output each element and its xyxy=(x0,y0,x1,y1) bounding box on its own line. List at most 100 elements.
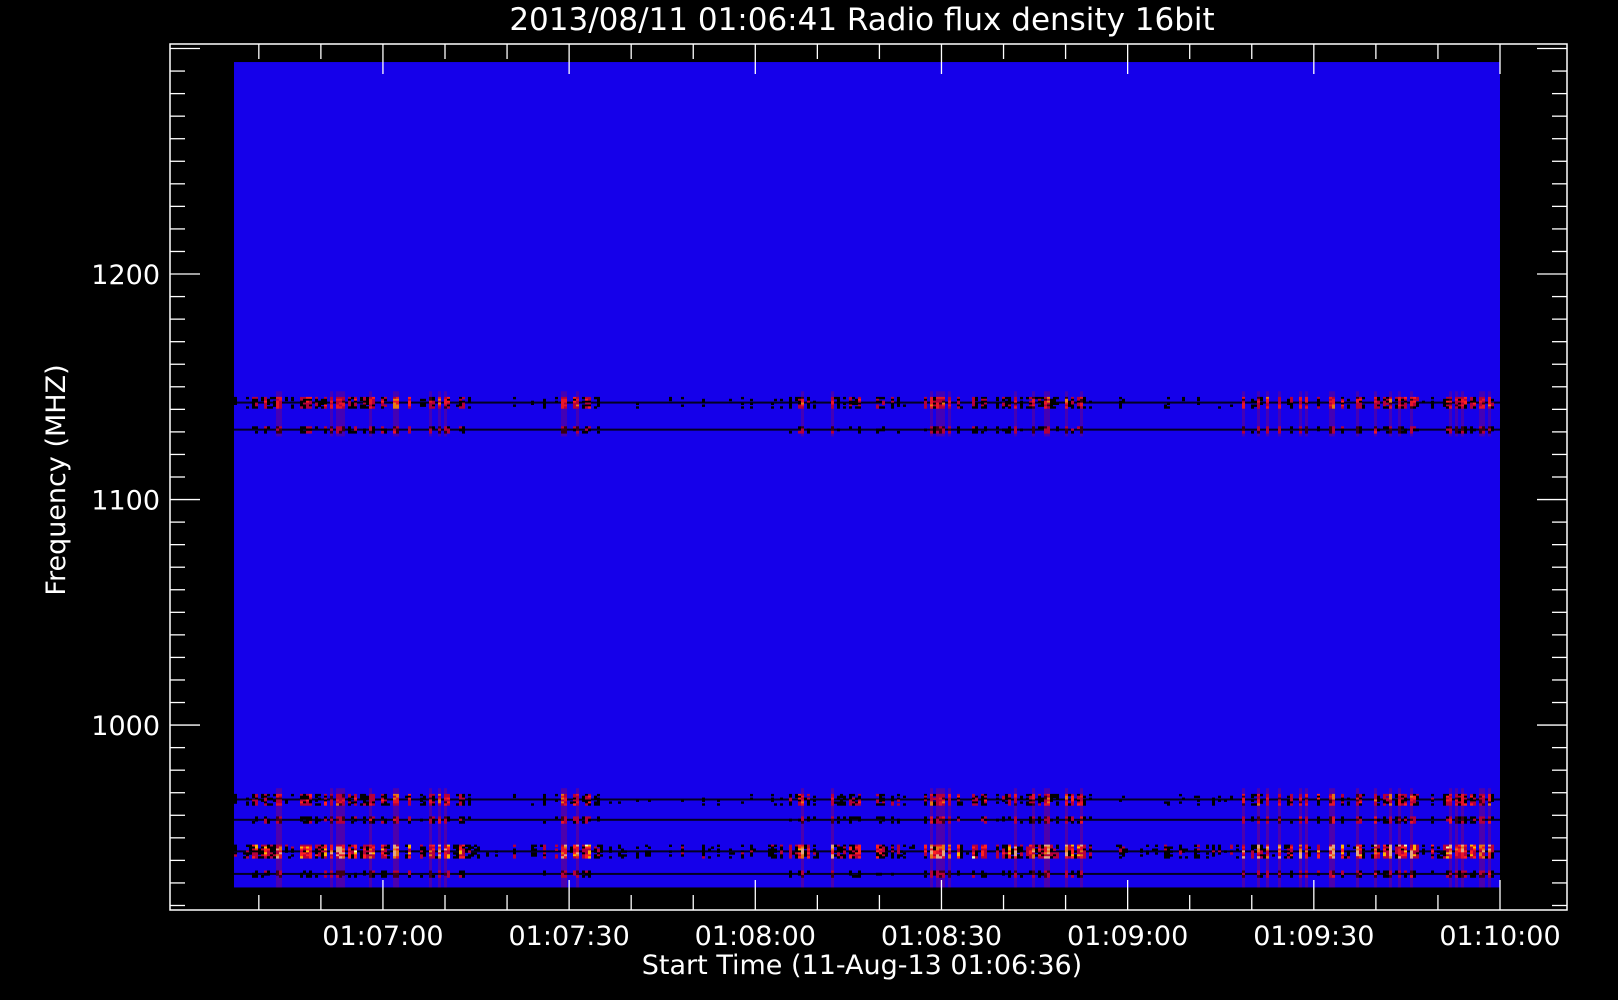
spectrogram-cell xyxy=(1383,406,1386,409)
spectrogram-cell xyxy=(285,398,288,402)
spectrogram-cell xyxy=(924,875,927,878)
spectrogram-cell xyxy=(588,875,591,878)
spectrogram-cell xyxy=(1287,803,1290,806)
spectrogram-cell xyxy=(885,854,888,857)
spectrogram-cell xyxy=(957,818,960,822)
spectrogram-cell xyxy=(1404,406,1407,409)
spectrogram-cell xyxy=(315,803,318,806)
spectrogram-cell xyxy=(318,803,321,806)
spectrogram-cell xyxy=(1266,788,1269,888)
spectrogram-cell xyxy=(456,404,459,407)
spectrogram-cell xyxy=(750,797,753,800)
spectrogram-cell xyxy=(432,803,435,806)
spectrogram-cell xyxy=(882,428,885,432)
spectrogram-cell xyxy=(453,846,456,849)
spectrogram-cell xyxy=(444,788,447,888)
spectrogram-cell xyxy=(1068,803,1071,806)
spectrogram-cell xyxy=(420,398,423,402)
spectrogram-cell xyxy=(315,799,318,802)
spectrogram-cell xyxy=(1404,430,1407,434)
spectrogram-cell xyxy=(1050,406,1053,409)
spectrogram-cell xyxy=(1257,788,1260,888)
spectrogram-cell xyxy=(843,856,846,859)
spectrogram-cell xyxy=(396,788,399,888)
spectrogram-cell xyxy=(1458,820,1461,824)
spectrogram-cell xyxy=(582,820,585,824)
spectrogram-cell xyxy=(957,872,960,876)
spectrogram-cell xyxy=(903,856,906,859)
spectrogram-cell xyxy=(459,406,462,409)
spectrogram-cell xyxy=(702,803,705,806)
spectrogram-cell xyxy=(1377,803,1380,806)
spectrogram-cell xyxy=(1449,788,1452,888)
spectrogram-cell xyxy=(534,848,537,851)
spectrogram-cell xyxy=(1362,396,1365,400)
spectrogram-cell xyxy=(384,856,387,859)
spectrogram-cell xyxy=(849,872,852,876)
spectrogram-cell xyxy=(1089,793,1092,797)
spectrogram-cell xyxy=(372,406,375,409)
spectrogram-cell xyxy=(903,844,906,847)
spectrogram-cell xyxy=(1359,856,1362,859)
spectrogram-cell xyxy=(1089,400,1092,404)
spectrogram-cell xyxy=(771,402,774,405)
spectrogram-cell xyxy=(255,818,258,822)
spectrogram-cell xyxy=(1032,391,1035,437)
spectrogram-cell xyxy=(1164,406,1167,409)
spectrogram-cell xyxy=(1461,788,1464,888)
spectrogram-cell xyxy=(1083,406,1086,409)
spectrogram-cell xyxy=(1455,788,1458,888)
spectrogram-cell xyxy=(1359,430,1362,434)
spectrogram-cell xyxy=(711,846,714,849)
spectrogram-cell xyxy=(753,848,756,851)
spectrogram-cell xyxy=(1377,406,1380,409)
spectrogram-cell xyxy=(252,820,255,824)
spectrogram-cell xyxy=(348,803,351,806)
spectrogram-cell xyxy=(996,426,999,430)
spectrogram-cell xyxy=(1395,856,1398,859)
spectrogram-cell xyxy=(1398,788,1401,888)
spectrogram-cell xyxy=(369,391,372,437)
spectrogram-cell xyxy=(933,406,936,409)
spectrogram-cell xyxy=(912,846,915,849)
spectrogram-cell xyxy=(798,426,801,430)
spectrogram-cell xyxy=(348,875,351,878)
spectrogram-cell xyxy=(1251,799,1254,802)
spectrogram-cell xyxy=(432,426,435,430)
spectrogram-cell xyxy=(1077,426,1080,430)
spectrogram-cell xyxy=(267,797,270,800)
spectrogram-cell xyxy=(741,801,744,804)
spectrogram-cell xyxy=(1119,396,1122,400)
x-tick-label: 01:09:30 xyxy=(1253,921,1374,952)
spectrogram-cell xyxy=(1491,870,1494,874)
spectrogram-cell xyxy=(1413,820,1416,824)
spectrogram-cell xyxy=(831,391,834,437)
spectrogram-cell xyxy=(405,856,408,859)
spectrogram-cell xyxy=(276,788,279,888)
spectrogram-cell xyxy=(813,406,816,409)
spectrogram-cell xyxy=(246,856,249,859)
spectrogram-cell xyxy=(597,404,600,407)
spectrogram-cell xyxy=(1197,795,1200,799)
spectrogram-cell xyxy=(1443,404,1446,407)
spectrogram-cell xyxy=(585,803,588,806)
x-tick-label: 01:08:30 xyxy=(881,921,1002,952)
spectrogram-cell xyxy=(1383,875,1386,878)
spectrogram-cell xyxy=(330,788,333,888)
spectrogram-cell xyxy=(1116,844,1119,847)
spectrogram-cell xyxy=(1005,430,1008,434)
spectrogram-cell xyxy=(1458,430,1461,434)
spectrogram-cell xyxy=(1167,406,1170,409)
spectrogram-cell xyxy=(984,820,987,824)
spectrogram-cell xyxy=(1458,875,1461,878)
spectrogram-cell xyxy=(543,406,546,409)
spectrogram-cell xyxy=(1206,846,1209,849)
spectrogram-cell xyxy=(1254,404,1257,407)
spectrogram-cell xyxy=(582,856,585,859)
spectrogram-cell xyxy=(582,400,585,404)
spectrogram-cell xyxy=(468,803,471,806)
spectrogram-cell xyxy=(372,430,375,434)
spectrogram-cell xyxy=(456,803,459,806)
spectrogram-cell xyxy=(774,844,777,847)
spectrogram-cell xyxy=(975,803,978,806)
